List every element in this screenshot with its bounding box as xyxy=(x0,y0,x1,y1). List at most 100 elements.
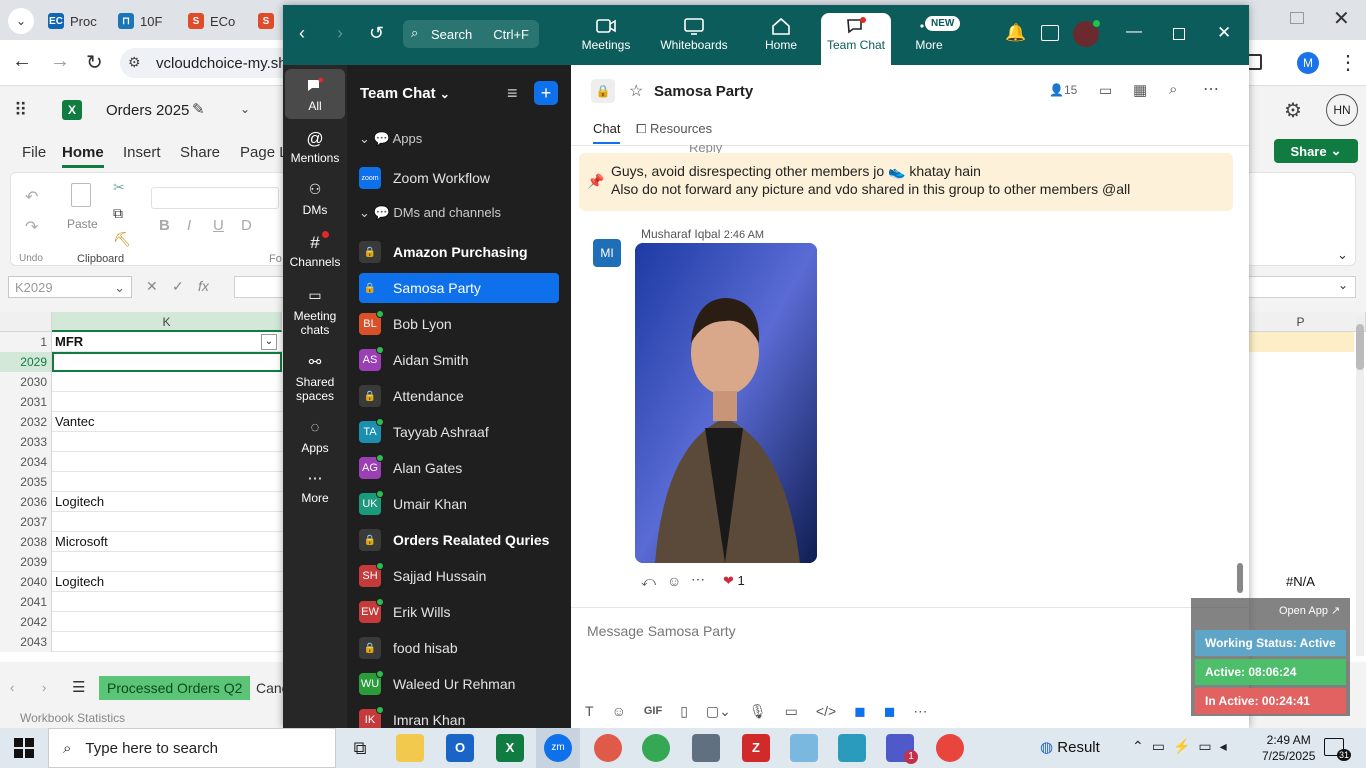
sidebar-item-channels[interactable]: # Channels xyxy=(285,231,345,269)
chrome-icon[interactable] xyxy=(642,734,670,762)
row-number[interactable]: 2035 xyxy=(0,472,52,492)
row-number[interactable]: 2041 xyxy=(0,592,52,612)
code-icon[interactable]: </> xyxy=(816,703,836,719)
undo-icon[interactable]: ↶ xyxy=(25,187,38,207)
row-number[interactable]: 2034 xyxy=(0,452,52,472)
sidebar-item-all[interactable]: All xyxy=(285,77,345,113)
list-item[interactable]: SH Sajjad Hussain xyxy=(359,561,559,591)
app-icon[interactable] xyxy=(838,734,866,762)
redo-icon[interactable]: ↷ xyxy=(25,217,38,237)
list-title[interactable]: Team Chat ⌄ xyxy=(360,85,450,102)
list-item[interactable]: AG Alan Gates xyxy=(359,453,559,483)
name-box[interactable]: K2029 ⌄ xyxy=(8,276,132,298)
list-item-zoom-workflow[interactable]: zoom Zoom Workflow xyxy=(359,163,559,193)
list-item[interactable]: EW Erik Wills xyxy=(359,597,559,627)
row-number[interactable]: 2043 xyxy=(0,632,52,652)
sidebar-item-shared-spaces[interactable]: ⚯ Shared spaces xyxy=(285,353,345,403)
column-header-p[interactable]: P xyxy=(1236,312,1366,332)
heart-reaction[interactable]: ❤ 1 xyxy=(723,573,745,589)
sidebar-item-apps[interactable]: ◌ Apps xyxy=(285,419,345,455)
tab-chat[interactable]: Chat xyxy=(593,121,621,144)
user-avatar[interactable]: HN xyxy=(1326,94,1358,126)
next-sheet-icon[interactable]: › xyxy=(42,680,46,695)
profile-avatar[interactable]: M xyxy=(1297,52,1319,74)
more-actions-icon[interactable]: ⋯ xyxy=(691,571,705,588)
filezilla-icon[interactable]: Z xyxy=(742,734,770,762)
menu-home[interactable]: Home xyxy=(62,144,104,168)
cut-icon[interactable]: ✂ xyxy=(113,179,125,196)
app-launcher-icon[interactable]: ⠿ xyxy=(14,100,27,121)
mfr-cell[interactable]: Microsoft xyxy=(55,532,108,552)
browser-tab[interactable]: ⊓ 10F xyxy=(118,8,162,34)
menu-share[interactable]: Share xyxy=(180,144,220,161)
nav-whiteboards[interactable]: Whiteboards xyxy=(657,17,731,52)
task-view-icon[interactable]: ⧉ xyxy=(346,734,374,762)
nav-meetings[interactable]: Meetings xyxy=(579,17,633,52)
expand-formula-icon[interactable]: ⌄ xyxy=(1338,278,1348,292)
row-number[interactable]: 2029 xyxy=(0,352,52,372)
nav-team-chat[interactable]: Team Chat xyxy=(823,17,889,52)
new-chat-button[interactable]: + xyxy=(534,81,558,105)
filter-icon[interactable]: ≡ xyxy=(507,83,518,104)
profile-avatar[interactable] xyxy=(1073,19,1101,47)
browser-tab[interactable]: S ECo xyxy=(188,8,235,34)
notifications-bell-icon[interactable]: 🔔 xyxy=(1005,23,1026,43)
chrome-icon[interactable] xyxy=(936,734,964,762)
browser-tab[interactable]: EC Proc xyxy=(48,8,97,34)
browser-menu-icon[interactable]: ⋮ xyxy=(1338,50,1358,75)
tray-icons[interactable]: ⌃▭⚡▭◂ xyxy=(1132,738,1235,755)
menu-file[interactable]: File xyxy=(22,144,46,161)
format-text-icon[interactable]: T xyxy=(585,703,594,719)
windows-start-icon[interactable] xyxy=(14,738,34,758)
calendar-app-icon[interactable] xyxy=(1041,25,1059,41)
history-icon[interactable]: ↺ xyxy=(369,23,384,44)
row-number[interactable]: 2032 xyxy=(0,412,52,432)
header-cell-mfr[interactable]: MFR xyxy=(55,332,83,352)
mfr-cell[interactable] xyxy=(52,352,282,372)
list-item[interactable]: 🔒 Samosa Party xyxy=(359,273,559,303)
chrome-menu-button[interactable]: ⌄ xyxy=(8,8,34,34)
members-count[interactable]: 👤15 xyxy=(1049,83,1077,97)
collapse-ribbon-icon[interactable]: ⌄ xyxy=(1337,247,1348,263)
function-icon[interactable]: fx xyxy=(198,278,209,294)
app-shortcut-2-icon[interactable]: ◼ xyxy=(884,703,896,720)
list-item[interactable]: TA Tayyab Ashraaf xyxy=(359,417,559,447)
message-input[interactable]: Message Samosa Party xyxy=(587,623,736,639)
vertical-scrollbar[interactable] xyxy=(1356,316,1364,656)
microphone-icon[interactable]: 🎙 xyxy=(749,703,767,720)
taskbar-search[interactable]: ⌕ Type here to search xyxy=(48,728,336,768)
sidebar-item-mentions[interactable]: @ Mentions xyxy=(285,129,345,165)
site-info-icon[interactable]: ⚙ xyxy=(128,54,141,71)
reload-icon[interactable]: ↻ xyxy=(86,50,103,75)
add-reaction-icon[interactable]: ☺ xyxy=(667,573,681,589)
sender-avatar[interactable]: MI xyxy=(593,239,621,267)
calculator-icon[interactable] xyxy=(692,734,720,762)
forward-icon[interactable]: → xyxy=(50,50,70,73)
list-item[interactable]: UK Umair Khan xyxy=(359,489,559,519)
row-number[interactable]: 1 xyxy=(0,332,52,352)
back-icon[interactable]: ‹ xyxy=(299,23,305,44)
row-number[interactable]: 2040 xyxy=(0,572,52,592)
paste-label[interactable]: Paste xyxy=(67,217,98,231)
tab-resources[interactable]: ⧠ Resources xyxy=(636,121,712,137)
share-button[interactable]: Share ⌄ xyxy=(1274,139,1358,163)
list-item[interactable]: 🔒 Attendance xyxy=(359,381,559,411)
back-icon[interactable]: ← xyxy=(12,50,32,73)
list-item[interactable]: WU Waleed Ur Rehman xyxy=(359,669,559,699)
more-options-icon[interactable]: ⋯ xyxy=(1203,79,1219,99)
gif-icon[interactable]: GIF xyxy=(644,705,662,717)
screenshot-icon[interactable]: ▢⌄ xyxy=(706,703,731,720)
calendar-icon[interactable]: ▦ xyxy=(1133,81,1147,99)
chevron-down-icon[interactable]: ⌄ xyxy=(240,102,250,116)
reply-thread-icon[interactable]: ⤺ xyxy=(641,573,656,590)
column-header-k[interactable]: K xyxy=(52,312,282,332)
video-message-icon[interactable]: ▭ xyxy=(785,703,798,720)
row-number[interactable]: 2038 xyxy=(0,532,52,552)
row-number[interactable]: 2033 xyxy=(0,432,52,452)
bold-icon[interactable]: B xyxy=(159,217,170,234)
zoom-icon[interactable]: zm xyxy=(544,734,572,762)
close-icon[interactable]: ✕ xyxy=(1217,23,1231,43)
sheet-tab-processed-orders[interactable]: Processed Orders Q2 xyxy=(99,676,251,700)
row-number[interactable]: 2042 xyxy=(0,612,52,632)
clock[interactable]: 2:49 AM 7/25/2025 xyxy=(1262,732,1315,764)
